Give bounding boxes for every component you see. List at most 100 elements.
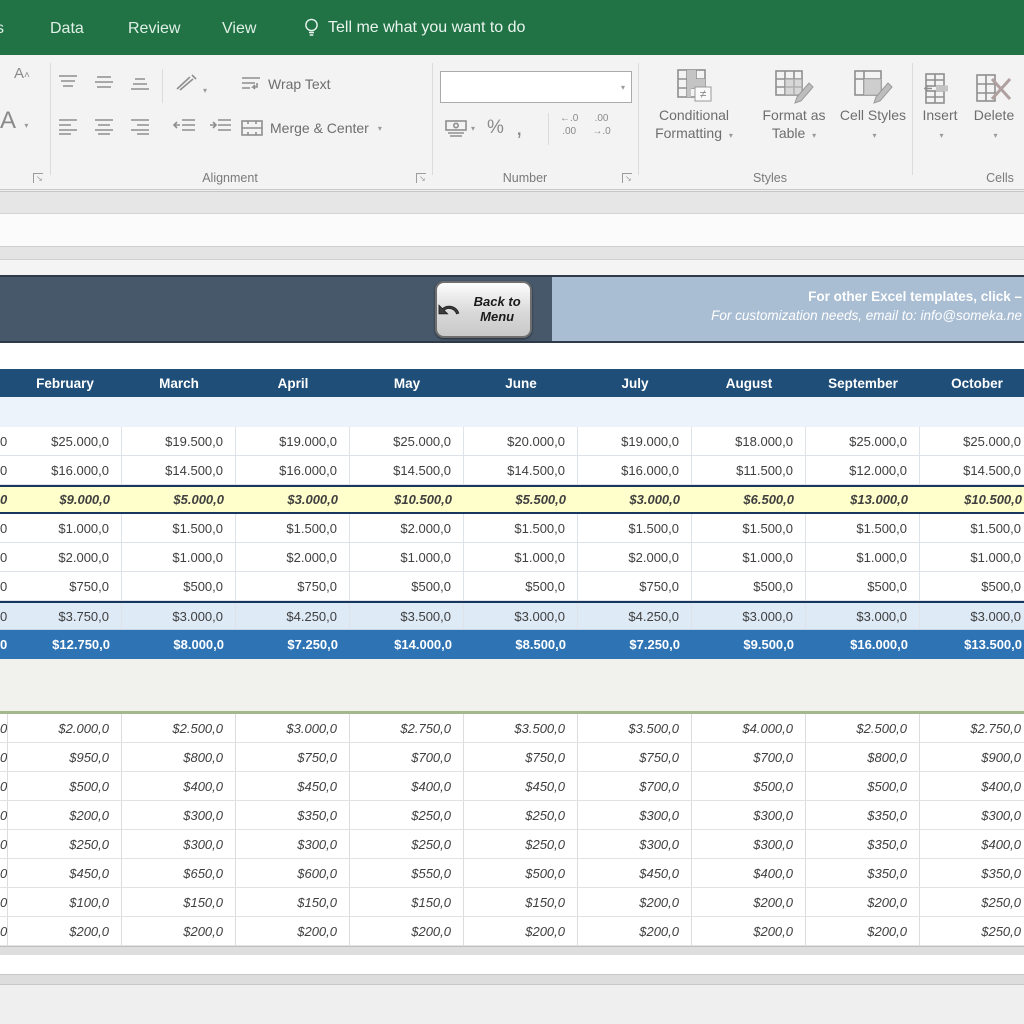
cell[interactable]: $1.000,0 [464, 543, 578, 571]
cell[interactable]: $300,0 [920, 801, 1024, 829]
cell[interactable]: $8.500,0 [464, 630, 578, 659]
clipped-january-cell[interactable]: 0 [0, 603, 8, 629]
conditional-formatting-button[interactable]: ≠ Conditional Formatting ▾ [648, 63, 740, 142]
merge-center-button[interactable]: Merge & Center ▾ [240, 119, 382, 137]
cell[interactable]: $19.000,0 [578, 427, 692, 455]
cell[interactable]: $250,0 [464, 801, 578, 829]
bottom-align-icon[interactable] [128, 73, 152, 91]
cell[interactable]: $750,0 [236, 743, 350, 771]
cell[interactable]: $1.000,0 [692, 543, 806, 571]
cell[interactable]: $400,0 [920, 772, 1024, 800]
cell[interactable]: $500,0 [8, 772, 122, 800]
cell[interactable]: $450,0 [578, 859, 692, 887]
month-header-cell[interactable]: June [464, 369, 578, 397]
cell[interactable]: $300,0 [692, 830, 806, 858]
cell[interactable]: $250,0 [350, 830, 464, 858]
cell[interactable]: $200,0 [236, 917, 350, 945]
cell[interactable]: $11.500,0 [692, 456, 806, 484]
cell[interactable]: $3.000,0 [236, 487, 350, 512]
cell[interactable]: $900,0 [920, 743, 1024, 771]
cell[interactable]: $25.000,0 [8, 427, 122, 455]
cell[interactable]: $750,0 [578, 743, 692, 771]
tab-review[interactable]: Review [128, 20, 180, 38]
cell[interactable]: $3.000,0 [692, 603, 806, 629]
cell[interactable]: $2.000,0 [236, 543, 350, 571]
clipped-january-cell[interactable]: 0 [0, 714, 8, 742]
cell[interactable]: $16.000,0 [8, 456, 122, 484]
cell[interactable]: $500,0 [464, 859, 578, 887]
wrap-text-button[interactable]: Wrap Text [240, 75, 331, 93]
tab-formulas-clipped[interactable]: s [0, 20, 4, 38]
cell[interactable]: $2.000,0 [350, 514, 464, 542]
cell[interactable]: $20.000,0 [464, 427, 578, 455]
cell[interactable]: $500,0 [806, 772, 920, 800]
formula-bar[interactable] [0, 213, 1024, 246]
cell[interactable]: $250,0 [920, 888, 1024, 916]
top-align-icon[interactable] [56, 73, 80, 91]
cell[interactable]: $200,0 [578, 917, 692, 945]
cell[interactable]: $1.000,0 [8, 514, 122, 542]
clipped-january-cell[interactable]: 0 [0, 543, 8, 571]
font-dialog-launcher[interactable]: ↘ [33, 173, 43, 183]
cell[interactable]: $300,0 [122, 801, 236, 829]
format-as-table-button[interactable]: Format as Table ▾ [748, 63, 840, 142]
clipped-january-cell[interactable]: 0 [0, 888, 8, 916]
month-header-cell[interactable]: July [578, 369, 692, 397]
cell[interactable]: $350,0 [806, 801, 920, 829]
cell[interactable]: $750,0 [236, 572, 350, 600]
clipped-january-cell[interactable]: 0 [0, 487, 8, 512]
cell[interactable]: $9.000,0 [8, 487, 122, 512]
cell[interactable]: $650,0 [122, 859, 236, 887]
cell[interactable]: $150,0 [464, 888, 578, 916]
cell[interactable]: $14.500,0 [122, 456, 236, 484]
increase-decimal-button[interactable]: ←.0 .00 [560, 113, 578, 138]
cell[interactable]: $3.000,0 [464, 603, 578, 629]
cell[interactable]: $8.000,0 [122, 630, 236, 659]
cell[interactable]: $800,0 [806, 743, 920, 771]
cell[interactable]: $350,0 [806, 830, 920, 858]
cell[interactable]: $250,0 [920, 917, 1024, 945]
cell[interactable]: $2.750,0 [350, 714, 464, 742]
cell[interactable]: $200,0 [806, 917, 920, 945]
cell[interactable]: $1.000,0 [920, 543, 1024, 571]
cell[interactable]: $5.500,0 [464, 487, 578, 512]
cell[interactable]: $2.000,0 [8, 714, 122, 742]
clipped-january-cell[interactable]: 0 [0, 917, 8, 945]
clipped-january-cell[interactable]: 0 [0, 427, 8, 455]
back-to-menu-button[interactable]: Back to Menu [435, 281, 532, 338]
month-header-cell[interactable]: April [236, 369, 350, 397]
cell[interactable]: $200,0 [806, 888, 920, 916]
cell[interactable]: $500,0 [350, 572, 464, 600]
cell[interactable]: $2.750,0 [920, 714, 1024, 742]
cell-styles-button[interactable]: Cell Styles ▾ [838, 63, 908, 142]
increase-indent-icon[interactable] [208, 117, 234, 135]
cell[interactable]: $10.500,0 [920, 487, 1024, 512]
cell[interactable]: $5.000,0 [122, 487, 236, 512]
cell[interactable]: $6.500,0 [692, 487, 806, 512]
comma-style-button[interactable]: , [516, 123, 523, 133]
font-size-buttons[interactable]: A˄ [14, 65, 30, 82]
clipped-january-header[interactable] [0, 369, 8, 397]
tab-view[interactable]: View [222, 20, 256, 38]
cell[interactable]: $150,0 [350, 888, 464, 916]
alignment-dialog-launcher[interactable]: ↘ [416, 173, 426, 183]
cell[interactable]: $1.500,0 [578, 514, 692, 542]
month-header-cell[interactable]: May [350, 369, 464, 397]
cell[interactable]: $10.500,0 [350, 487, 464, 512]
cell[interactable]: $3.000,0 [578, 487, 692, 512]
month-header-cell[interactable]: March [122, 369, 236, 397]
cell[interactable]: $18.000,0 [692, 427, 806, 455]
cell[interactable]: $19.000,0 [236, 427, 350, 455]
align-center-icon[interactable] [92, 117, 116, 135]
clipped-january-cell[interactable]: 0 [0, 772, 8, 800]
cell[interactable]: $4.000,0 [692, 714, 806, 742]
cell[interactable]: $300,0 [578, 801, 692, 829]
cell[interactable]: $300,0 [236, 830, 350, 858]
insert-cells-button[interactable]: Insert▾ [916, 63, 964, 142]
cell[interactable]: $150,0 [236, 888, 350, 916]
cell[interactable]: $19.500,0 [122, 427, 236, 455]
cell[interactable]: $3.000,0 [236, 714, 350, 742]
cell[interactable]: $25.000,0 [350, 427, 464, 455]
cell[interactable]: $9.500,0 [692, 630, 806, 659]
clipped-january-cell[interactable]: 0 [0, 743, 8, 771]
